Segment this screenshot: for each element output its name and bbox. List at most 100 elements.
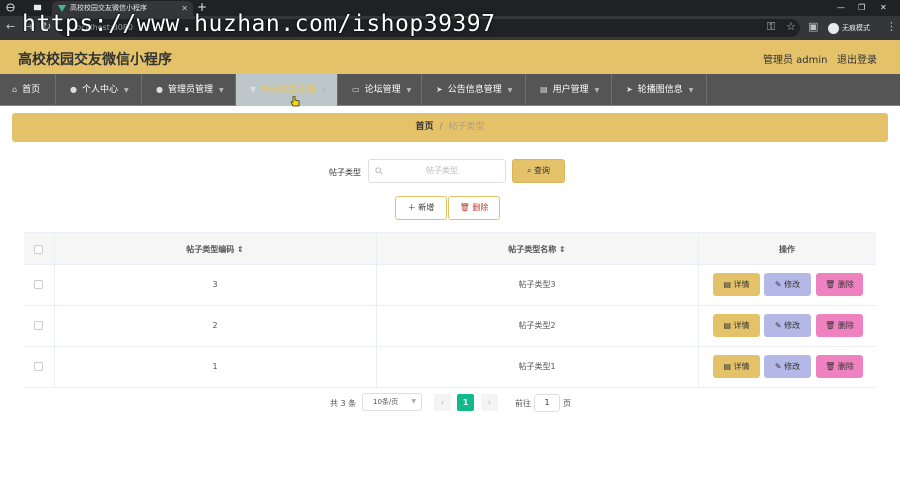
send-icon: ➤ [436,85,443,94]
query-button[interactable]: ⌕ 查询 [512,159,565,183]
select-all-checkbox[interactable] [34,245,43,254]
app-title: 高校校园交友微信小程序 [18,52,172,68]
incognito-icon [828,22,839,34]
nav-item-label: 用户管理 [552,85,589,95]
nav-item-profile[interactable]: ● 个人中心 ▼ [56,74,142,106]
home-icon: ⌂ [12,85,18,94]
nav-item-label: 管理员管理 [167,85,213,95]
nav-item-notice[interactable]: ➤ 公告信息管理 ▼ [422,74,526,106]
back-icon[interactable]: ← [6,20,15,34]
page-size-select[interactable]: 10条/页 ▼ [362,393,422,411]
goto-page-input[interactable]: 1 [534,394,560,412]
forum-icon: ▭ [352,85,360,94]
trash-icon: 🗑 [459,203,470,212]
edit-button[interactable]: ✎ 修改 [764,314,811,337]
user-icon: ● [156,85,163,94]
edit-button-label: 修改 [784,321,801,330]
incognito-label: 无痕模式 [842,24,870,32]
breadcrumb-separator: / [439,122,443,132]
cell-name: 帖子类型2 [518,321,556,330]
edit-button-label: 修改 [784,280,801,289]
edit-button[interactable]: ✎ 修改 [764,273,811,296]
goto-label: 前往 [515,399,531,408]
app-header: 高校校园交友微信小程序 管理员 admin 退出登录 [0,40,900,74]
row-checkbox[interactable] [34,280,43,289]
send-icon: ➤ [626,85,633,94]
chevron-down-icon: ▼ [507,87,513,94]
column-header-code[interactable]: 帖子类型编码 ⇕ [54,233,376,266]
page-number-current[interactable]: 1 [457,394,474,411]
nav-item-home[interactable]: ⌂ 首页 [0,74,56,106]
detail-icon: ▤ [723,321,731,330]
minimize-icon[interactable]: — [837,0,845,15]
nav-item-label: 首页 [22,85,41,95]
cell-name: 帖子类型3 [518,280,556,289]
page-unit-label: 页 [563,399,571,408]
breadcrumb: 首页 / 帖子类型 [12,113,888,142]
page-size-value: 10条/页 [373,398,399,406]
detail-button-label: 详情 [733,280,750,289]
restore-icon[interactable]: ❐ [858,0,865,15]
delete-button[interactable]: 🗑 删除 [816,273,863,296]
column-header-actions: 操作 [698,233,876,266]
chevron-down-icon: ▼ [124,87,129,94]
detail-icon: ▤ [723,362,731,371]
add-button[interactable]: ＋ 新增 [395,196,447,220]
trash-icon: 🗑 [825,280,836,289]
table-row: 3 帖子类型3 ▤ 详情 ✎ 修改 🗑 删除 [24,265,876,306]
search-label: 帖子类型 [329,168,361,177]
column-header-label: 帖子类型名称 [508,245,557,254]
breadcrumb-home[interactable]: 首页 [415,122,433,132]
column-header-name[interactable]: 帖子类型名称 ⇕ [376,233,698,266]
delete-button-label: 删除 [837,362,854,371]
screen: 高校校园交友微信小程序 ✕ + — ❐ ✕ ← → ↻ localhost:80… [0,0,900,479]
chevron-down-icon: ▼ [411,398,416,405]
row-checkbox[interactable] [34,321,43,330]
search-icon: ⌕ [526,166,532,175]
column-divider [54,232,55,387]
edit-button[interactable]: ✎ 修改 [764,355,811,378]
chevron-down-icon: ▼ [688,87,694,94]
delete-button-label: 删除 [472,203,489,212]
nav-item-forum[interactable]: ▭ 论坛管理 ▼ [338,74,422,106]
row-checkbox[interactable] [34,362,43,371]
detail-icon: ▤ [723,280,731,289]
batch-delete-button[interactable]: 🗑 删除 [448,196,500,220]
delete-button-label: 删除 [837,321,854,330]
watermark-text: https://www.huzhan.com/ishop39397 [22,11,496,37]
star-icon[interactable]: ☆ [786,20,796,34]
close-window-icon[interactable]: ✕ [880,0,887,15]
sort-icon: ⇕ [559,245,566,254]
delete-button-label: 删除 [837,280,854,289]
prev-page-button[interactable]: ‹ [434,394,451,411]
column-header-label: 帖子类型编码 [186,245,235,254]
nav-item-label: 个人中心 [81,85,118,95]
detail-button[interactable]: ▤ 详情 [713,355,760,378]
admin-label: 管理员 admin [763,55,828,66]
nav-item-users[interactable]: ▤ 用户管理 ▼ [526,74,612,106]
key-icon[interactable]: ⚿ [767,20,775,34]
search-input[interactable]: 帖子类型 [368,159,506,183]
nav-item-label: 轮播图信息 [637,85,683,95]
detail-button[interactable]: ▤ 详情 [713,273,760,296]
edit-icon: ✎ [774,362,782,371]
delete-button[interactable]: 🗑 删除 [816,355,863,378]
menu-dots-icon[interactable]: ⋮ [886,20,897,34]
logout-link[interactable]: 退出登录 [837,51,877,66]
column-header-label: 操作 [779,245,795,254]
trash-icon: 🗑 [825,362,836,371]
edit-icon: ✎ [774,280,782,289]
edit-icon: ✎ [774,321,782,330]
nav-item-admin[interactable]: ● 管理员管理 ▼ [142,74,236,106]
extension-icon[interactable]: ▣ [808,20,818,34]
delete-button[interactable]: 🗑 删除 [816,314,863,337]
detail-button[interactable]: ▤ 详情 [713,314,760,337]
nav-item-carousel[interactable]: ➤ 轮播图信息 ▼ [612,74,707,106]
next-page-button[interactable]: › [481,394,498,411]
nav-item-post-type[interactable]: ▼ 帖子类型管理 ▼ [236,74,338,106]
top-nav: ⌂ 首页 ● 个人中心 ▼ ● 管理员管理 ▼ ▼ 帖子类型管理 ▼ ▭ 论坛管理 ▼ ➤ 公告信息… [0,74,900,106]
incognito-badge[interactable]: 无痕模式 [828,20,870,36]
globe-icon [6,3,15,12]
query-button-label: 查询 [534,166,551,175]
sort-icon: ⇕ [237,245,244,254]
